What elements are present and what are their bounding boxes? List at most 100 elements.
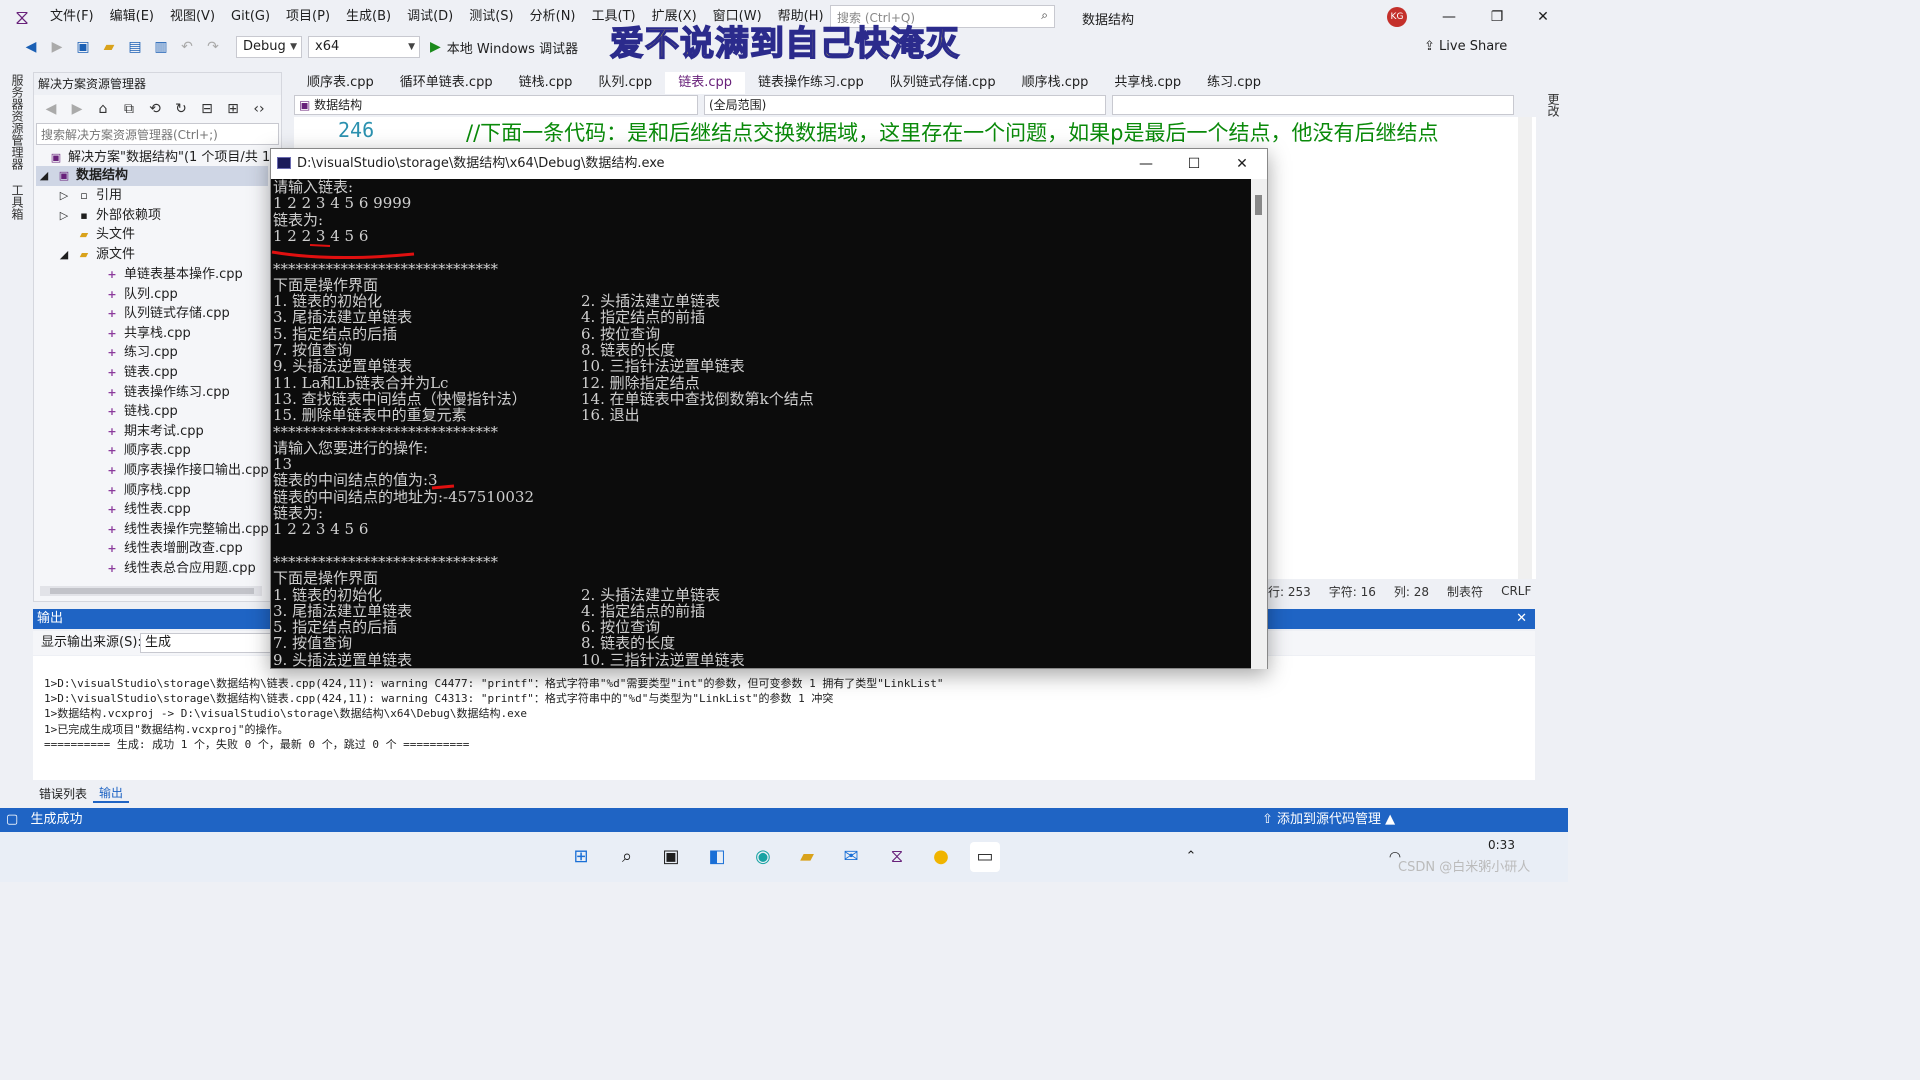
config-select[interactable]: Debug ▼: [236, 36, 302, 58]
editor-tab[interactable]: 循环单链表.cpp: [387, 72, 506, 94]
refresh-icon[interactable]: ↻: [170, 98, 192, 120]
source-file-item[interactable]: + 队列链式存储.cpp: [104, 304, 229, 324]
status-line[interactable]: 行: 253: [1268, 583, 1311, 600]
source-file-item[interactable]: + 线性表总合应用题.cpp: [104, 559, 255, 579]
editor-tab[interactable]: 顺序栈.cpp: [1009, 72, 1102, 94]
solution-node[interactable]: ▣ 解决方案"数据结构"(1 个项目/共 1 个: [48, 148, 288, 168]
new-project-icon[interactable]: ▣: [72, 36, 94, 58]
editor-tab[interactable]: 队列链式存储.cpp: [877, 72, 1009, 94]
editor-tab[interactable]: 链表.cpp: [665, 72, 745, 94]
horizontal-scrollbar[interactable]: [40, 586, 262, 596]
menu-debug[interactable]: 调试(D): [399, 0, 461, 33]
source-file-item[interactable]: + 顺序栈.cpp: [104, 481, 190, 501]
source-file-item[interactable]: + 线性表.cpp: [104, 500, 190, 520]
tree-node-header-files[interactable]: ▰ 头文件: [76, 225, 135, 245]
source-file-item[interactable]: + 顺序表.cpp: [104, 441, 190, 461]
console-minimize-button[interactable]: —: [1123, 149, 1169, 179]
editor-tab[interactable]: 共享栈.cpp: [1101, 72, 1194, 94]
server-explorer-tab[interactable]: 服务器资源管理器: [9, 74, 26, 170]
maximize-button[interactable]: ❐: [1482, 6, 1512, 28]
console-taskbar-icon[interactable]: ▭: [970, 842, 1000, 872]
status-tab[interactable]: 制表符: [1447, 583, 1483, 600]
start-icon[interactable]: ⊞: [566, 842, 596, 872]
undo-icon[interactable]: ↶: [176, 36, 198, 58]
open-folder-icon[interactable]: ▰: [98, 36, 120, 58]
nav-scope-select[interactable]: (全局范围): [704, 95, 1106, 115]
nav-project-select[interactable]: ▣ 数据结构: [294, 95, 698, 115]
source-file-item[interactable]: + 期末考试.cpp: [104, 422, 203, 442]
source-file-item[interactable]: + 队列.cpp: [104, 285, 177, 305]
file-explorer-icon[interactable]: ▰: [792, 842, 822, 872]
menu-test[interactable]: 测试(S): [461, 0, 521, 33]
source-file-item[interactable]: + 链表操作练习.cpp: [104, 383, 229, 403]
switch-views-icon[interactable]: ⧉: [118, 98, 140, 120]
console-close-button[interactable]: ✕: [1219, 149, 1265, 179]
menu-file[interactable]: 文件(F): [42, 0, 102, 33]
save-icon[interactable]: ▤: [124, 36, 146, 58]
widgets-icon[interactable]: ◧: [702, 842, 732, 872]
solution-search-input[interactable]: 搜索解决方案资源管理器(Ctrl+;): [36, 123, 279, 145]
visual-studio-logo-icon[interactable]: ⧖: [10, 5, 34, 29]
home-icon[interactable]: ⌂: [92, 98, 114, 120]
console-scroll-thumb[interactable]: [1255, 195, 1262, 215]
run-debugger-button[interactable]: ▶ 本地 Windows 调试器: [430, 38, 578, 57]
close-icon[interactable]: ✕: [1516, 609, 1527, 629]
menu-view[interactable]: 视图(V): [162, 0, 223, 33]
search-icon[interactable]: ⌕: [612, 842, 642, 872]
menu-build[interactable]: 生成(B): [338, 0, 399, 33]
toolbox-tab[interactable]: 工具箱: [9, 184, 26, 220]
visual-studio-icon[interactable]: ⧖: [882, 842, 912, 872]
back-icon[interactable]: ◀: [40, 98, 62, 120]
source-file-item[interactable]: + 线性表增删改查.cpp: [104, 539, 242, 559]
platform-select[interactable]: x64 ▼: [308, 36, 420, 58]
code-icon[interactable]: ‹›: [248, 98, 270, 120]
tree-node-external-deps[interactable]: ▷ ▪ 外部依赖项: [56, 206, 161, 226]
project-node[interactable]: ◢ ▣ 数据结构: [36, 166, 268, 186]
source-file-item[interactable]: + 练习.cpp: [104, 343, 177, 363]
source-file-item[interactable]: + 链栈.cpp: [104, 402, 177, 422]
live-share-button[interactable]: ⇪ Live Share: [1424, 39, 1507, 54]
collapse-all-icon[interactable]: ⊟: [196, 98, 218, 120]
mail-icon[interactable]: ✉: [836, 842, 866, 872]
source-file-item[interactable]: + 线性表操作完整输出.cpp: [104, 520, 268, 540]
task-view-icon[interactable]: ▣: [656, 842, 686, 872]
source-control-button[interactable]: ⇧ 添加到源代码管理 ▲: [1262, 808, 1395, 832]
console-scrollbar[interactable]: [1251, 179, 1267, 669]
tab-error-list[interactable]: 错误列表: [33, 785, 93, 802]
editor-vertical-scrollbar[interactable]: [1518, 117, 1532, 579]
tree-node-source-files[interactable]: ◢ ▰ 源文件: [56, 245, 135, 265]
editor-tab[interactable]: 练习.cpp: [1194, 72, 1274, 94]
status-eol[interactable]: CRLF: [1501, 584, 1531, 598]
redo-icon[interactable]: ↷: [202, 36, 224, 58]
editor-tab[interactable]: 顺序表.cpp: [294, 72, 387, 94]
menu-project[interactable]: 项目(P): [278, 0, 338, 33]
status-col[interactable]: 列: 28: [1394, 583, 1429, 600]
menu-edit[interactable]: 编辑(E): [102, 0, 162, 33]
forward-icon[interactable]: ▶: [66, 98, 88, 120]
editor-tab[interactable]: 队列.cpp: [585, 72, 665, 94]
source-file-item[interactable]: + 共享栈.cpp: [104, 324, 190, 344]
console-maximize-button[interactable]: ☐: [1171, 149, 1217, 179]
forward-icon[interactable]: ▶: [46, 36, 68, 58]
save-all-icon[interactable]: ▥: [150, 36, 172, 58]
app-icon[interactable]: ●: [926, 842, 956, 872]
source-file-item[interactable]: + 顺序表操作接口输出.cpp: [104, 461, 268, 481]
tree-node-references[interactable]: ▷ ▫ 引用: [56, 186, 122, 206]
tray-overflow-icon[interactable]: ⌃: [1176, 842, 1206, 872]
minimize-button[interactable]: —: [1434, 6, 1464, 28]
close-button[interactable]: ✕: [1528, 6, 1558, 28]
menu-git[interactable]: Git(G): [223, 0, 278, 33]
editor-tab[interactable]: 链栈.cpp: [506, 72, 586, 94]
menu-analyze[interactable]: 分析(N): [522, 0, 584, 33]
tab-output[interactable]: 输出: [93, 784, 130, 803]
code-comment-line[interactable]: //下面一条代码：是和后继结点交换数据域，这里存在一个问题，如果p是最后一个结点…: [466, 117, 1526, 147]
history-icon[interactable]: ⟲: [144, 98, 166, 120]
edge-icon[interactable]: ◉: [748, 842, 778, 872]
editor-tab[interactable]: 链表操作练习.cpp: [745, 72, 877, 94]
back-icon[interactable]: ◀: [20, 36, 42, 58]
source-file-item[interactable]: + 单链表基本操作.cpp: [104, 265, 242, 285]
clock[interactable]: 0:33: [1488, 838, 1515, 852]
show-all-files-icon[interactable]: ⊞: [222, 98, 244, 120]
nav-member-select[interactable]: [1112, 95, 1514, 115]
status-char[interactable]: 字符: 16: [1329, 583, 1376, 600]
